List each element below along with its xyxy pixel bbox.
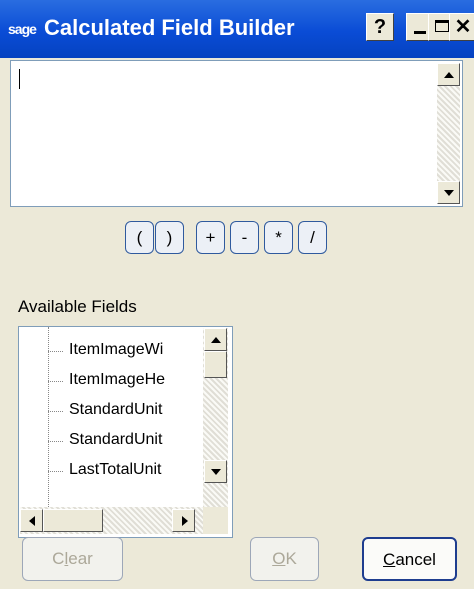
ok-label-end: K xyxy=(285,549,297,568)
tree-scroll-down-button[interactable] xyxy=(204,460,227,483)
tree-horizontal-thumb[interactable] xyxy=(43,509,103,532)
available-fields-label: Available Fields xyxy=(18,297,137,316)
arrow-up-icon xyxy=(444,72,454,78)
tree-scroll-up-button[interactable] xyxy=(204,328,227,351)
tree-scroll-left-button[interactable] xyxy=(20,509,43,532)
cancel-label-end: ancel xyxy=(395,550,436,569)
tree-scroll-right-button[interactable] xyxy=(172,509,195,532)
field-item[interactable]: ItemImageWi xyxy=(19,335,203,365)
sage-logo: sage xyxy=(8,21,37,37)
ok-button[interactable]: OK xyxy=(250,537,319,581)
scrollbar-corner xyxy=(203,507,228,534)
plus-button[interactable]: + xyxy=(196,221,225,254)
window-title: Calculated Field Builder xyxy=(44,15,295,40)
cancel-access-key: C xyxy=(383,550,396,569)
tree-vertical-scrollbar[interactable] xyxy=(203,328,228,508)
tree-list: ItemImageWi ItemImageHe StandardUnit Sta… xyxy=(19,335,203,485)
arrow-up-icon xyxy=(211,337,221,343)
minus-button[interactable]: - xyxy=(230,221,259,254)
editor-vertical-scrollbar[interactable] xyxy=(437,63,460,204)
arrow-down-icon xyxy=(211,469,221,475)
arrow-down-icon xyxy=(444,190,454,196)
arrow-left-icon xyxy=(29,516,35,526)
close-button[interactable]: ✕ xyxy=(449,13,474,41)
clear-label-start: C xyxy=(52,549,65,568)
help-button[interactable]: ? xyxy=(366,13,394,41)
multiply-button[interactable]: * xyxy=(264,221,293,254)
ok-access-key: O xyxy=(272,549,286,568)
maximize-icon xyxy=(435,20,449,32)
expression-editor[interactable] xyxy=(10,60,463,207)
title-bar: sage Calculated Field Builder ? ✕ xyxy=(0,0,474,58)
arrow-right-icon xyxy=(182,516,188,526)
tree-vertical-thumb[interactable] xyxy=(204,351,227,378)
clear-button[interactable]: Clear xyxy=(22,537,123,581)
editor-scroll-up-button[interactable] xyxy=(437,63,460,86)
clear-label-end: ear xyxy=(68,549,93,568)
text-caret xyxy=(19,69,20,89)
tree-horizontal-scrollbar[interactable] xyxy=(20,507,228,534)
open-paren-button[interactable]: ( xyxy=(125,221,154,254)
field-item[interactable]: StandardUnit xyxy=(19,395,203,425)
field-item[interactable]: LastTotalUnit xyxy=(19,455,203,485)
available-fields-tree[interactable]: ItemImageWi ItemImageHe StandardUnit Sta… xyxy=(18,326,233,538)
minimize-icon xyxy=(414,31,426,34)
field-item[interactable]: ItemImageHe xyxy=(19,365,203,395)
editor-scroll-down-button[interactable] xyxy=(437,181,460,204)
close-paren-button[interactable]: ) xyxy=(155,221,184,254)
cancel-button[interactable]: Cancel xyxy=(362,537,457,581)
field-item[interactable]: StandardUnit xyxy=(19,425,203,455)
divide-button[interactable]: / xyxy=(298,221,327,254)
